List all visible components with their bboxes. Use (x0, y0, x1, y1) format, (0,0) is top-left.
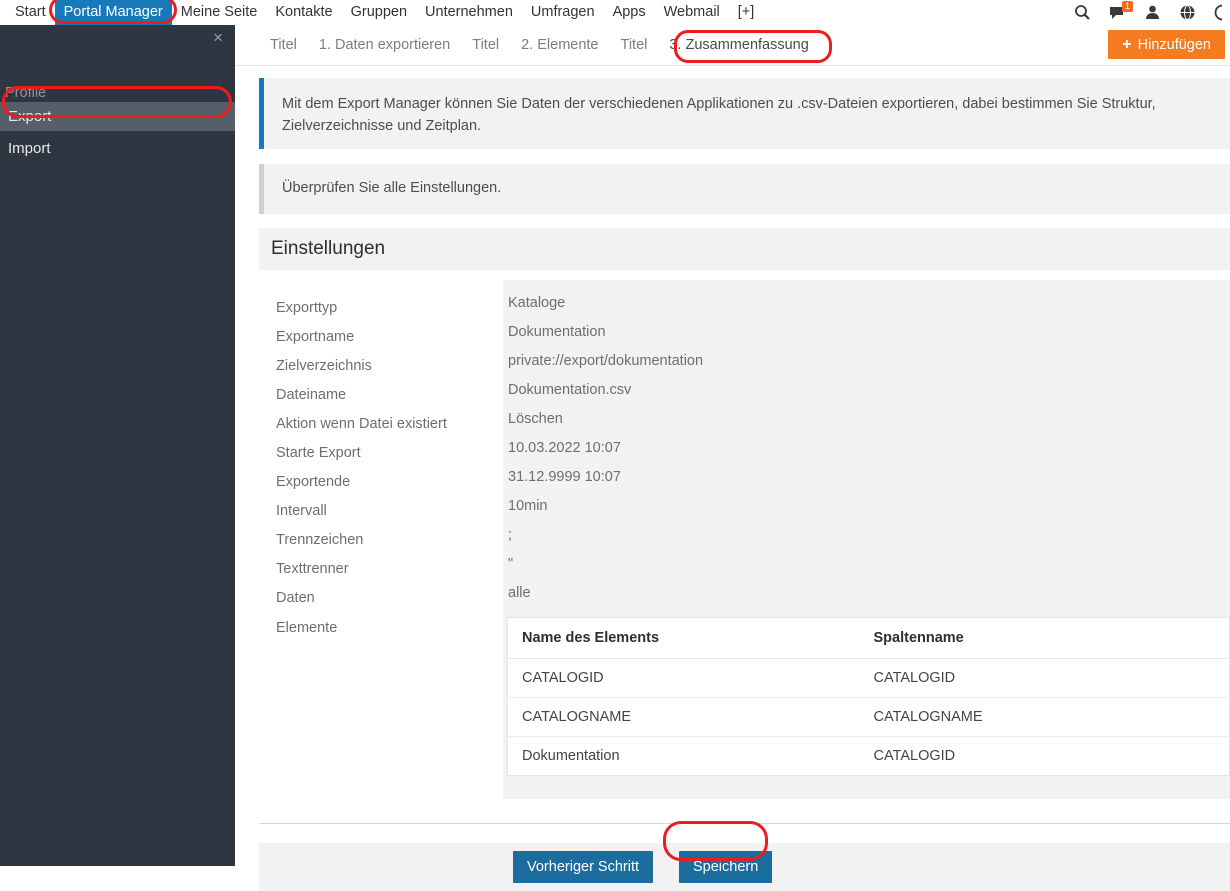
add-button[interactable]: + Hinzufügen (1108, 30, 1225, 59)
save-button[interactable]: Speichern (679, 851, 773, 883)
cell-element-name: CATALOGNAME (507, 697, 860, 737)
settings-panel-title: Einstellungen (259, 228, 1230, 270)
nav-item-apps[interactable]: Apps (604, 0, 655, 25)
field-label-dateiname: Dateiname (276, 387, 347, 403)
field-value-trennzeichen: ; (508, 527, 513, 543)
cell-column-name: CATALOGNAME (859, 697, 1230, 737)
cell-column-name: CATALOGID (873, 748, 956, 764)
tab-elemente[interactable]: 2. Elemente (510, 25, 609, 66)
field-label-zielverzeichnis: Zielverzeichnis (276, 358, 372, 374)
tab-zusammenfassung[interactable]: 3. Zusammenfassung (658, 25, 819, 66)
field-label-aktion-datei-existiert: Aktion wenn Datei existiert (276, 416, 447, 432)
sidebar-item-export[interactable]: Export (0, 102, 235, 131)
field-label-intervall: Intervall (276, 503, 327, 519)
sidebar-item-import[interactable]: Import (0, 134, 235, 163)
column-header-name-des-elements: Name des Elements (507, 617, 860, 659)
step-tabs: Titel 1. Daten exportieren Titel 2. Elem… (235, 25, 1230, 66)
field-value-exportname: Dokumentation (508, 324, 606, 340)
info-message: Mit dem Export Manager können Sie Daten … (259, 78, 1230, 149)
top-nav-links: Start Portal Manager Meine Seite Kontakt… (0, 0, 763, 25)
field-label-exporttyp: Exporttyp (276, 300, 338, 316)
previous-step-button[interactable]: Vorheriger Schritt (513, 851, 654, 883)
nav-item-kontakte[interactable]: Kontakte (266, 0, 341, 25)
nav-item-meine-seite[interactable]: Meine Seite (172, 0, 267, 25)
add-button-label: Hinzufügen (1137, 36, 1211, 53)
tab-titel-3[interactable]: Titel (610, 25, 659, 66)
nav-item-start[interactable]: Start (6, 0, 55, 25)
cell-element-name: Dokumentation (522, 748, 620, 764)
cell-element-name: CATALOGID (507, 658, 860, 698)
nav-item-webmail[interactable]: Webmail (655, 0, 729, 25)
field-label-daten: Daten (276, 590, 315, 606)
field-value-texttrenner: " (508, 556, 514, 572)
nav-item-umfragen[interactable]: Umfragen (522, 0, 604, 25)
step-tab-bar: Titel 1. Daten exportieren Titel 2. Elem… (235, 25, 1230, 66)
search-icon[interactable] (1074, 4, 1091, 21)
field-label-elemente: Elemente (276, 620, 338, 636)
messages-icon[interactable]: 1 (1109, 1, 1134, 21)
field-value-starte-export: 10.03.2022 10:07 (508, 440, 621, 456)
sidebar: × Profile Export Import (0, 25, 235, 866)
table-row[interactable]: CATALOGNAME CATALOGNAME (507, 697, 1230, 737)
elements-table: Name des Elements Spaltenname CATALOGID … (507, 617, 1230, 776)
sidebar-group-label: Profile (5, 85, 47, 101)
table-header-row: Name des Elements Spaltenname (507, 617, 1230, 659)
footer-divider (259, 823, 1230, 824)
column-header-spaltenname: Spaltenname (859, 617, 1230, 659)
table-row[interactable]: Dokumentation CATALOGID (508, 737, 1230, 776)
field-label-texttrenner: Texttrenner (276, 561, 349, 577)
close-icon[interactable]: × (213, 29, 223, 46)
field-value-dateiname: Dokumentation.csv (508, 382, 632, 398)
user-icon[interactable] (1144, 4, 1161, 21)
main-content: Titel 1. Daten exportieren Titel 2. Elem… (235, 25, 1230, 891)
field-value-exportende: 31.12.9999 10:07 (508, 469, 621, 485)
field-value-aktion-datei-existiert: Löschen (508, 411, 563, 427)
field-value-daten: alle (508, 585, 531, 601)
top-navigation-bar: Start Portal Manager Meine Seite Kontakt… (0, 0, 1230, 25)
field-label-starte-export: Starte Export (276, 445, 361, 461)
table-row[interactable]: CATALOGID CATALOGID (507, 658, 1230, 698)
field-label-exportname: Exportname (276, 329, 355, 345)
plus-icon: + (1122, 35, 1132, 53)
nav-item-unternehmen[interactable]: Unternehmen (416, 0, 522, 25)
footer-bar: Vorheriger Schritt Speichern (259, 843, 1230, 891)
tab-daten-exportieren[interactable]: 1. Daten exportieren (308, 25, 461, 66)
cell-column-name: CATALOGID (859, 658, 1230, 698)
field-label-trennzeichen: Trennzeichen (276, 532, 364, 548)
tab-titel-2[interactable]: Titel (461, 25, 510, 66)
help-icon[interactable] (1214, 4, 1222, 21)
field-value-zielverzeichnis: private://export/dokumentation (508, 353, 704, 369)
field-label-exportende: Exportende (276, 474, 351, 490)
tab-titel-1[interactable]: Titel (259, 25, 308, 66)
nav-item-gruppen[interactable]: Gruppen (342, 0, 416, 25)
hint-message: Überprüfen Sie alle Einstellungen. (259, 164, 1230, 214)
top-nav-icons: 1 (1074, 0, 1222, 25)
field-value-intervall: 10min (508, 498, 548, 514)
messages-badge: 1 (1122, 1, 1134, 12)
nav-item-more[interactable]: [+] (729, 0, 764, 25)
globe-icon[interactable] (1179, 4, 1196, 21)
field-value-exporttyp: Kataloge (508, 295, 566, 311)
nav-item-portal-manager[interactable]: Portal Manager (54, 0, 172, 25)
